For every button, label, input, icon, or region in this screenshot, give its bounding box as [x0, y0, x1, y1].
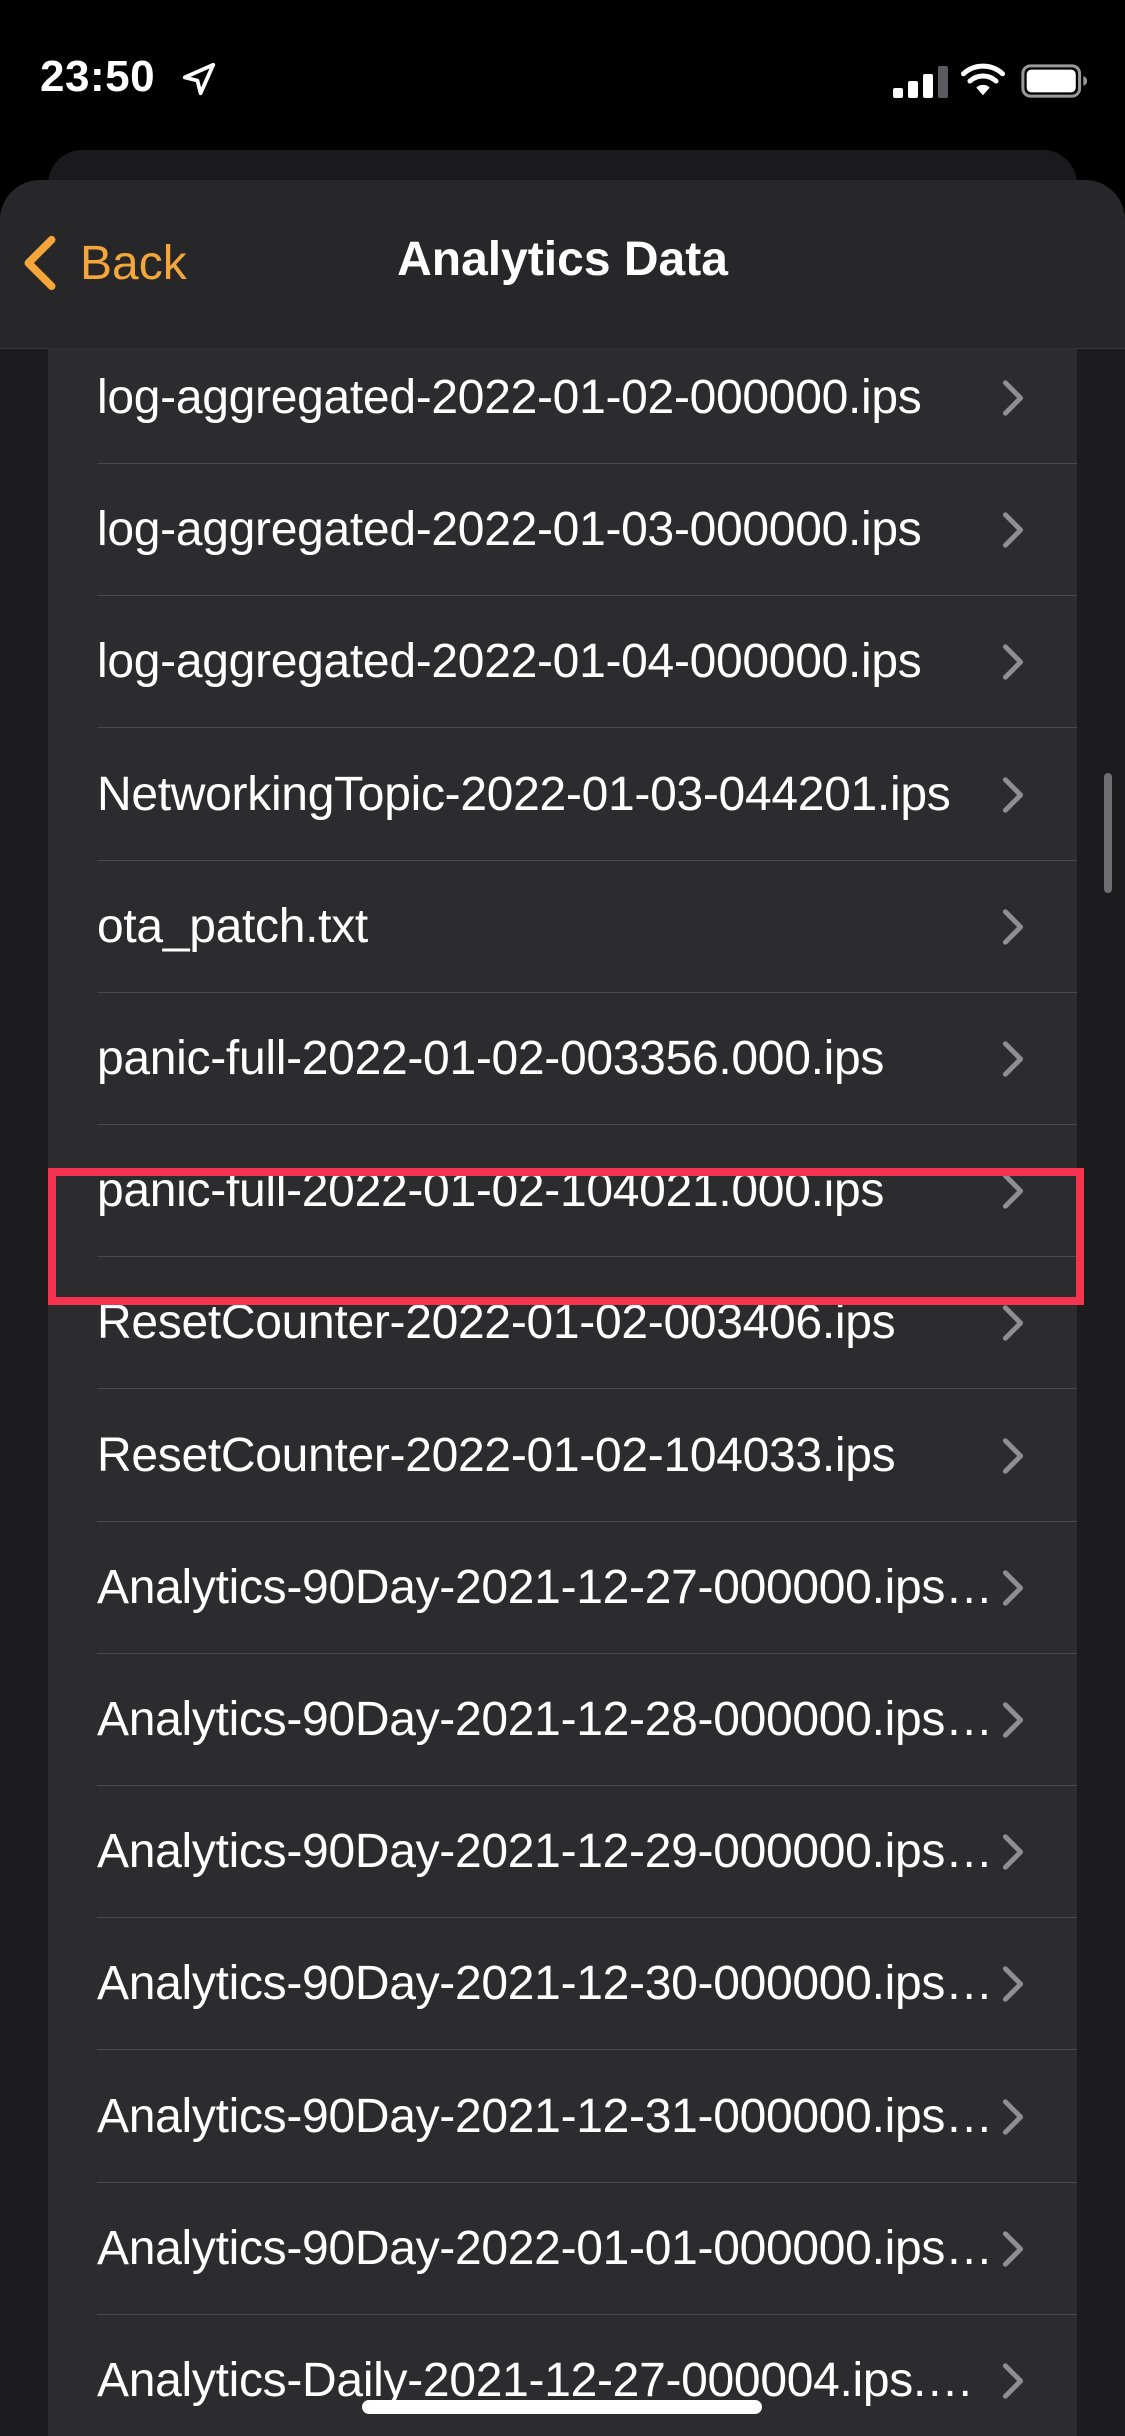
- file-row[interactable]: Analytics-Daily-2021-12-27-000004.ips.ca…: [48, 2315, 1077, 2436]
- file-row[interactable]: ota_patch.txt: [48, 861, 1077, 993]
- chevron-right-icon: [1002, 1702, 1024, 1738]
- file-name: panic-full-2022-01-02-104021.000.ips: [97, 1164, 885, 1218]
- file-name: ResetCounter-2022-01-02-104033.ips: [97, 1428, 896, 1482]
- file-row[interactable]: log-aggregated-2022-01-03-000000.ips: [48, 464, 1077, 597]
- file-name: log-aggregated-2022-01-03-000000.ips: [97, 503, 922, 557]
- chevron-right-icon: [1002, 909, 1024, 945]
- chevron-right-icon: [1002, 2098, 1024, 2135]
- file-name: Analytics-90Day-2021-12-28-000000.ips.ca…: [97, 1693, 997, 1746]
- chevron-right-icon: [1002, 1041, 1024, 1077]
- file-row[interactable]: log-aggregated-2022-01-04-000000.ips: [48, 596, 1077, 729]
- file-row[interactable]: NetworkingTopic-2022-01-03-044201.ips: [48, 729, 1077, 861]
- location-arrow-icon: [182, 62, 216, 96]
- status-bar: 23:50: [0, 0, 1125, 150]
- analytics-data-sheet: Back Analytics Data log-aggregated-2022-…: [0, 180, 1125, 2436]
- file-name: Analytics-90Day-2021-12-31-000000.ips.ca…: [97, 2089, 997, 2143]
- file-name: ota_patch.txt: [97, 899, 368, 953]
- file-row[interactable]: ResetCounter-2022-01-02-003406.ips: [48, 1257, 1077, 1390]
- file-row[interactable]: Analytics-90Day-2021-12-29-000000.ips.ca…: [48, 1786, 1077, 1919]
- navigation-bar: Back Analytics Data: [0, 180, 1125, 349]
- status-time: 23:50: [40, 52, 156, 101]
- home-indicator[interactable]: [362, 2400, 762, 2414]
- file-name: NetworkingTopic-2022-01-03-044201.ips: [97, 767, 951, 821]
- file-name: log-aggregated-2022-01-04-000000.ips: [97, 635, 922, 689]
- chevron-right-icon: [1002, 1173, 1024, 1209]
- chevron-right-icon: [1002, 776, 1024, 813]
- chevron-right-icon: [1002, 1437, 1024, 1474]
- chevron-right-icon: [1002, 1966, 1024, 2003]
- file-row[interactable]: Analytics-90Day-2021-12-31-000000.ips.ca…: [48, 2051, 1077, 2183]
- file-name: ResetCounter-2022-01-02-003406.ips: [97, 1296, 896, 1350]
- file-row[interactable]: panic-full-2022-01-02-003356.000.ips: [48, 993, 1077, 1125]
- file-name: log-aggregated-2022-01-02-000000.ips: [97, 371, 922, 424]
- scrollbar[interactable]: [1104, 773, 1112, 893]
- file-row[interactable]: ResetCounter-2022-01-02-104033.ips: [48, 1390, 1077, 1522]
- file-row[interactable]: Analytics-90Day-2021-12-27-000000.ips.ca…: [48, 1522, 1077, 1654]
- file-name: Analytics-90Day-2021-12-27-000000.ips.ca…: [97, 1560, 997, 1614]
- file-name: Analytics-90Day-2022-01-01-000000.ips.ca…: [97, 2221, 997, 2275]
- chevron-right-icon: [1002, 512, 1024, 548]
- chevron-right-icon: [1002, 1305, 1024, 1342]
- cellular-signal-icon: [893, 66, 948, 98]
- file-name: Analytics-Daily-2021-12-27-000004.ips.ca…: [97, 2354, 997, 2407]
- file-list: log-aggregated-2022-01-02-000000.ips log-…: [48, 348, 1077, 2436]
- chevron-right-icon: [1002, 1570, 1024, 1606]
- battery-icon: [1021, 64, 1088, 98]
- chevron-right-icon: [1002, 644, 1024, 681]
- file-name: Analytics-90Day-2021-12-30-000000.ips.ca…: [97, 1957, 997, 2011]
- chevron-right-icon: [1002, 380, 1024, 416]
- file-name: Analytics-90Day-2021-12-29-000000.ips.ca…: [97, 1825, 997, 1879]
- file-row[interactable]: Analytics-90Day-2021-12-30-000000.ips.ca…: [48, 1918, 1077, 2051]
- page-title: Analytics Data: [397, 233, 728, 286]
- chevron-right-icon: [1002, 2363, 1024, 2399]
- wifi-icon: [960, 63, 1006, 96]
- chevron-right-icon: [1002, 1834, 1024, 1870]
- chevron-right-icon: [1002, 2231, 1024, 2267]
- file-row[interactable]: panic-full-2022-01-02-104021.000.ips: [48, 1125, 1077, 1258]
- file-row[interactable]: Analytics-90Day-2021-12-28-000000.ips.ca…: [48, 1654, 1077, 1786]
- file-row[interactable]: log-aggregated-2022-01-02-000000.ips: [48, 348, 1077, 464]
- file-row[interactable]: Analytics-90Day-2022-01-01-000000.ips.ca…: [48, 2183, 1077, 2315]
- file-name: panic-full-2022-01-02-003356.000.ips: [97, 1032, 885, 1085]
